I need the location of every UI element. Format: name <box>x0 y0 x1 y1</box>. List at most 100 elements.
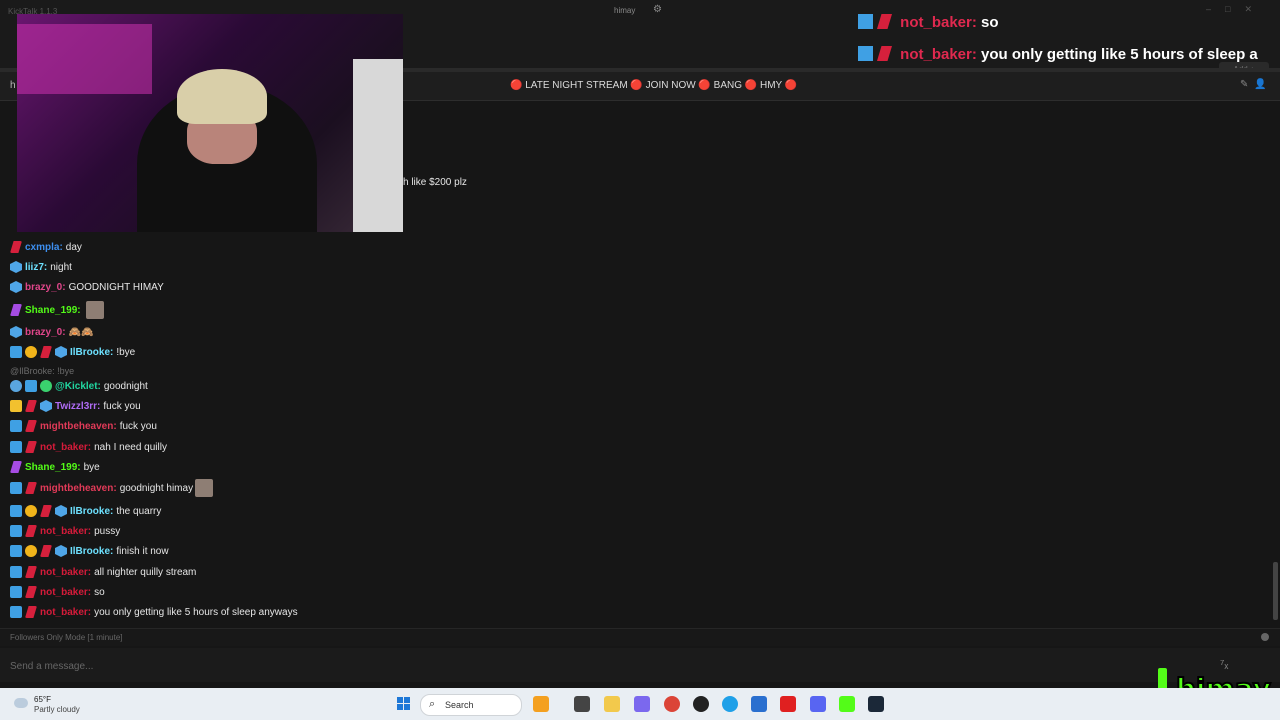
store-icon[interactable] <box>751 696 767 712</box>
followers-only-bar: Followers Only Mode [1 minute] <box>0 628 1280 646</box>
windows-start-icon[interactable] <box>397 697 411 711</box>
username[interactable]: brazy_0: <box>25 282 66 293</box>
username[interactable]: liiz7: <box>25 262 47 273</box>
overlay-username: not_baker: <box>900 14 977 31</box>
message-text: day <box>65 241 82 253</box>
copilot-icon[interactable] <box>634 696 650 712</box>
verified-badge-icon <box>40 380 52 392</box>
kicktalk-icon[interactable] <box>839 696 855 712</box>
message-input-area: ⁷ₓ <box>0 648 1280 682</box>
overlay-message: so <box>981 14 999 31</box>
chat-message[interactable]: Shane_199: bye <box>10 459 100 475</box>
wrench-badge-icon <box>10 482 22 494</box>
chrome-icon[interactable] <box>664 696 680 712</box>
username[interactable]: mightbeheaven: <box>40 421 117 432</box>
chat-message[interactable]: not_baker: all nighter quilly stream <box>10 564 196 580</box>
chat-message[interactable]: Shane_199: <box>10 300 104 320</box>
chat-message[interactable]: not_baker: so <box>10 584 105 600</box>
youtube-icon[interactable] <box>780 696 796 712</box>
message-text: !bye <box>116 346 136 358</box>
wrench-badge-icon <box>10 545 22 557</box>
username[interactable]: cxmpla: <box>25 242 63 253</box>
username[interactable]: not_baker: <box>40 442 91 453</box>
chat-message[interactable]: liiz7: night <box>10 259 72 275</box>
username[interactable]: @Kicklet: <box>55 381 101 392</box>
username[interactable]: not_baker: <box>40 567 91 578</box>
webcam-background <box>17 24 152 94</box>
username[interactable]: brazy_0: <box>25 327 66 338</box>
overlay-message: you only getting like 5 hours of sleep a <box>981 46 1258 63</box>
tab-himay[interactable]: himay <box>614 6 635 15</box>
chat-message[interactable]: IlBrooke: !bye <box>10 344 135 360</box>
chat-message[interactable]: mightbeheaven: goodnight himay <box>10 478 214 498</box>
obs-icon[interactable] <box>693 696 709 712</box>
chat-message[interactable]: mightbeheaven: fuck you <box>10 418 157 434</box>
gift-badge-icon <box>25 586 37 598</box>
edge-icon[interactable] <box>722 696 738 712</box>
chat-message[interactable]: not_baker: you only getting like 5 hours… <box>10 604 298 620</box>
gift-badge-icon <box>877 14 892 29</box>
pencil-icon[interactable]: ✎ <box>1240 79 1248 90</box>
gift-badge-icon <box>25 420 37 432</box>
cube-badge-icon <box>10 281 22 293</box>
gift-badge-icon <box>25 441 37 453</box>
message-text: pussy <box>94 525 121 537</box>
taskbar: 65°F Partly cloudy ⌕ Search <box>0 688 1280 720</box>
task-view-icon[interactable] <box>574 696 590 712</box>
user-icon[interactable]: 👤 <box>1254 79 1266 90</box>
reply-reference[interactable]: @IlBrooke: !bye <box>10 366 74 376</box>
one-badge-icon <box>25 346 37 358</box>
username[interactable]: IlBrooke: <box>70 506 113 517</box>
chat-message[interactable]: cxmpla: day <box>10 239 82 255</box>
overlay-line: not_baker: you only getting like 5 hours… <box>858 46 1258 63</box>
steam-icon[interactable] <box>868 696 884 712</box>
taskbar-search[interactable]: ⌕ Search <box>420 694 522 716</box>
username[interactable]: Shane_199: <box>25 462 81 473</box>
message-text: the quarry <box>116 505 162 517</box>
chat-message[interactable]: IlBrooke: finish it now <box>10 543 169 559</box>
chat-message[interactable]: IlBrooke: the quarry <box>10 503 161 519</box>
gift-badge-icon <box>25 482 37 494</box>
message-text: fuck you <box>103 400 141 412</box>
message-input[interactable] <box>8 654 1212 678</box>
weather-condition: Partly cloudy <box>34 705 80 714</box>
username[interactable]: IlBrooke: <box>70 347 113 358</box>
channel-name-truncated: h <box>10 80 16 91</box>
file-explorer-icon[interactable] <box>604 696 620 712</box>
username[interactable]: mightbeheaven: <box>40 483 117 494</box>
widgets-icon[interactable] <box>533 696 549 712</box>
chat-message[interactable]: not_baker: pussy <box>10 523 120 539</box>
wrench-badge-icon <box>10 441 22 453</box>
overlay-line: not_baker: so <box>858 14 999 31</box>
gift-badge-icon <box>40 545 52 557</box>
chat-message[interactable]: Twizzl3rr: fuck you <box>10 398 141 414</box>
wrench-badge-icon <box>10 525 22 537</box>
username[interactable]: Shane_199: <box>25 305 81 316</box>
gift-badge-icon <box>25 525 37 537</box>
chat-message[interactable]: not_baker: nah I need quilly <box>10 439 167 455</box>
username[interactable]: Twizzl3rr: <box>55 401 100 412</box>
wrench-badge-icon <box>10 420 22 432</box>
chat-scrollbar[interactable] <box>1273 562 1278 620</box>
message-text: finish it now <box>116 545 169 557</box>
webcam-hat <box>177 69 267 124</box>
cube-badge-icon <box>55 545 67 557</box>
gift-badge-icon <box>25 606 37 618</box>
username[interactable]: IlBrooke: <box>70 546 113 557</box>
chat-message[interactable]: brazy_0: 🙈🙈 <box>10 324 93 340</box>
gift-badge-icon <box>40 505 52 517</box>
discord-icon[interactable] <box>810 696 826 712</box>
gear-icon[interactable]: ⚙ <box>653 4 662 15</box>
wrench-badge-icon <box>10 566 22 578</box>
one-badge-icon <box>25 505 37 517</box>
username[interactable]: not_baker: <box>40 526 91 537</box>
chat-message[interactable]: @Kicklet: goodnight <box>10 378 148 394</box>
message-text: nah I need quilly <box>94 441 167 453</box>
username[interactable]: not_baker: <box>40 607 91 618</box>
wrench-badge-icon <box>10 586 22 598</box>
info-icon[interactable] <box>1261 633 1269 641</box>
partial-message: h like $200 plz <box>403 177 467 188</box>
chat-message[interactable]: brazy_0: GOODNIGHT HIMAY <box>10 279 164 295</box>
username[interactable]: not_baker: <box>40 587 91 598</box>
wrench-badge-icon <box>858 14 873 29</box>
